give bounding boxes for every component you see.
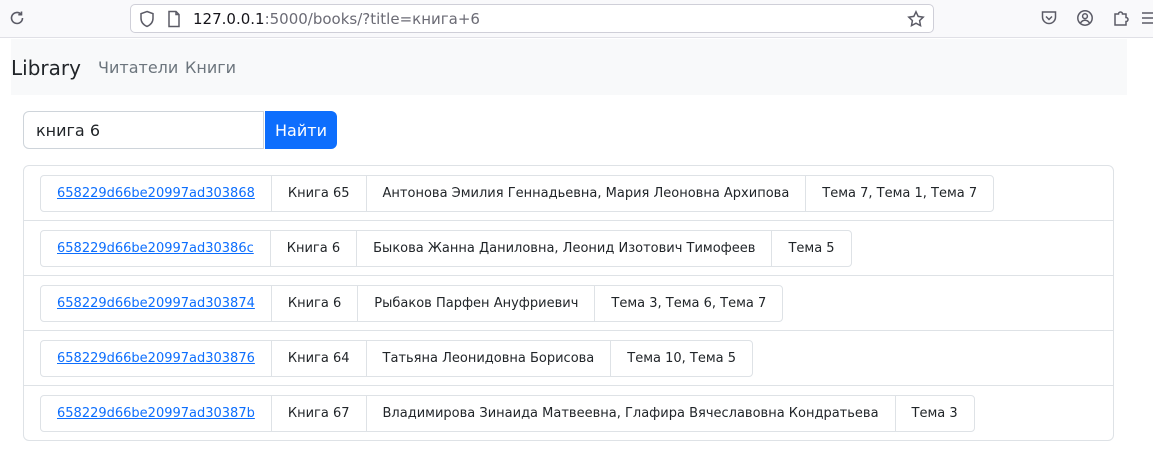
- book-title-cell: Книга 6: [270, 285, 359, 322]
- account-icon[interactable]: [1076, 9, 1094, 27]
- book-title-cell: Книга 67: [270, 395, 367, 432]
- book-title-cell: Книга 6: [269, 230, 358, 267]
- search-button[interactable]: Найти: [265, 111, 337, 149]
- book-title: Книга 64: [287, 351, 350, 366]
- book-authors: Татьяна Леонидовна Борисова: [382, 351, 595, 366]
- book-topics-cell: Тема 3: [894, 395, 975, 432]
- book-topics-cell: Тема 10, Тема 5: [610, 340, 754, 377]
- book-authors: Рыбаков Парфен Ануфриевич: [374, 296, 579, 311]
- book-authors-cell: Антонова Эмилия Геннадьевна, Мария Леоно…: [365, 175, 807, 212]
- book-topics: Тема 7, Тема 1, Тема 7: [822, 186, 978, 201]
- url-host: 127.0.0.1: [193, 10, 265, 28]
- list-item: 658229d66be20997ad303874 Книга 6 Рыбаков П…: [24, 276, 1113, 331]
- menu-icon[interactable]: [1140, 9, 1153, 27]
- list-item: 658229d66be20997ad303876 Книга 64 Татьяна …: [24, 331, 1113, 386]
- book-id-link-cell: 658229d66be20997ad303868: [40, 175, 272, 212]
- book-authors-cell: Владимирова Зинаида Матвеевна, Глафира В…: [365, 395, 896, 432]
- book-authors-cell: Быкова Жанна Даниловна, Леонид Изотович …: [356, 230, 773, 267]
- book-id-link-cell: 658229d66be20997ad30387b: [40, 395, 272, 432]
- navbar-brand[interactable]: Library: [11, 56, 81, 80]
- books-list: 658229d66be20997ad303868 Книга 65 Антонова…: [23, 165, 1114, 441]
- book-title-cell: Книга 65: [270, 175, 367, 212]
- nav-link-books[interactable]: Книги: [185, 58, 236, 77]
- book-id-link[interactable]: 658229d66be20997ad30387b: [57, 406, 255, 421]
- search-input[interactable]: [23, 111, 264, 149]
- book-authors: Владимирова Зинаида Матвеевна, Глафира В…: [382, 406, 879, 421]
- page-icon[interactable]: [166, 10, 182, 28]
- address-bar[interactable]: 127.0.0.1:5000/books/?title=книга+6: [130, 4, 934, 33]
- book-topics: Тема 3: [911, 406, 958, 421]
- book-authors-cell: Татьяна Леонидовна Борисова: [365, 340, 612, 377]
- book-topics: Тема 5: [788, 241, 835, 256]
- url-text[interactable]: 127.0.0.1:5000/books/?title=книга+6: [193, 10, 480, 28]
- book-id-link[interactable]: 658229d66be20997ad303868: [57, 186, 255, 201]
- navbar: Library Читатели Книги: [11, 39, 1127, 95]
- reload-icon[interactable]: [8, 9, 26, 27]
- book-id-link-cell: 658229d66be20997ad303874: [40, 285, 272, 322]
- book-topics-cell: Тема 5: [771, 230, 852, 267]
- book-authors-cell: Рыбаков Парфен Ануфриевич: [357, 285, 596, 322]
- book-row: 658229d66be20997ad30387b Книга 67 Владимир…: [40, 395, 975, 432]
- book-row: 658229d66be20997ad30386c Книга 6 Быкова Жа…: [40, 230, 852, 267]
- book-row: 658229d66be20997ad303874 Книга 6 Рыбаков П…: [40, 285, 784, 322]
- list-item: 658229d66be20997ad30386c Книга 6 Быкова Жа…: [24, 221, 1113, 276]
- url-path: :5000/books/?title=книга+6: [264, 10, 480, 28]
- bookmark-star-icon[interactable]: [907, 10, 925, 28]
- book-topics: Тема 10, Тема 5: [627, 351, 737, 366]
- book-id-link[interactable]: 658229d66be20997ad303874: [57, 296, 255, 311]
- book-row: 658229d66be20997ad303876 Книга 64 Татьяна …: [40, 340, 754, 377]
- book-title: Книга 6: [287, 296, 342, 311]
- list-item: 658229d66be20997ad30387b Книга 67 Владимир…: [24, 386, 1113, 441]
- book-topics-cell: Тема 3, Тема 6, Тема 7: [594, 285, 784, 322]
- book-id-link-cell: 658229d66be20997ad30386c: [40, 230, 271, 267]
- pocket-icon[interactable]: [1040, 9, 1058, 27]
- book-id-link[interactable]: 658229d66be20997ad303876: [57, 351, 255, 366]
- book-id-link[interactable]: 658229d66be20997ad30386c: [57, 241, 254, 256]
- book-title: Книга 65: [287, 186, 350, 201]
- list-item: 658229d66be20997ad303868 Книга 65 Антонова…: [24, 166, 1113, 221]
- book-topics: Тема 3, Тема 6, Тема 7: [611, 296, 767, 311]
- book-authors: Быкова Жанна Даниловна, Леонид Изотович …: [373, 241, 756, 256]
- book-title: Книга 67: [287, 406, 350, 421]
- book-title: Книга 6: [286, 241, 341, 256]
- shield-icon[interactable]: [139, 10, 155, 28]
- book-id-link-cell: 658229d66be20997ad303876: [40, 340, 272, 377]
- book-row: 658229d66be20997ad303868 Книга 65 Антонова…: [40, 175, 995, 212]
- book-authors: Антонова Эмилия Геннадьевна, Мария Леоно…: [382, 186, 790, 201]
- extensions-icon[interactable]: [1112, 9, 1130, 27]
- nav-link-readers[interactable]: Читатели: [98, 58, 178, 77]
- book-title-cell: Книга 64: [270, 340, 367, 377]
- browser-toolbar: 127.0.0.1:5000/books/?title=книга+6: [0, 0, 1153, 38]
- book-topics-cell: Тема 7, Тема 1, Тема 7: [805, 175, 995, 212]
